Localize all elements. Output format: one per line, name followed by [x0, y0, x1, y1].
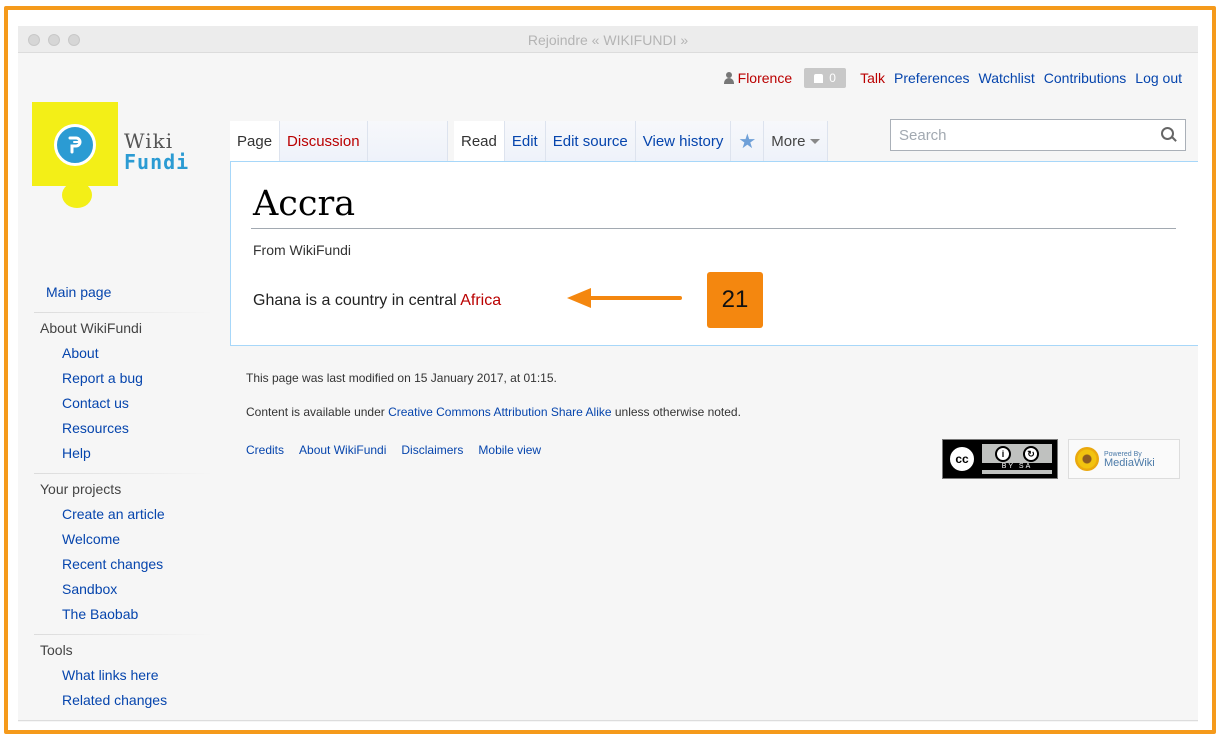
portal-divider [34, 634, 214, 635]
tab-edit[interactable]: Edit [504, 121, 546, 161]
sidebar-item-contact-us[interactable]: Contact us [62, 394, 143, 412]
license-suffix: unless otherwise noted. [611, 405, 741, 419]
view-tabs: Read Edit Edit source View history ★ Mor… [454, 121, 829, 161]
footer-link-disclaimers[interactable]: Disclaimers [401, 443, 463, 457]
footer-link-about[interactable]: About WikiFundi [299, 443, 386, 457]
tab-read[interactable]: Read [454, 121, 505, 161]
title-bar: Rejoindre « WIKIFUNDI » [18, 26, 1198, 53]
sidebar-item-welcome[interactable]: Welcome [62, 530, 165, 548]
tab-page[interactable]: Page [230, 121, 281, 161]
logo-fundi: Fundi [124, 150, 190, 174]
arrow-left-icon [567, 288, 682, 308]
logout-link[interactable]: Log out [1135, 70, 1182, 86]
cc-icon: cc [948, 445, 976, 473]
sidebar-item-recent-changes[interactable]: Recent changes [62, 555, 165, 573]
portal-your-projects: Your projects Create an article Welcome … [34, 473, 214, 633]
portal-heading: About WikiFundi [40, 320, 142, 336]
site-logo[interactable]: Wiki Fundi [32, 102, 202, 222]
sidebar-item-create-article[interactable]: Create an article [62, 505, 165, 523]
tab-spacer [367, 121, 448, 161]
mediawiki-flower-icon [1075, 447, 1099, 471]
more-menu[interactable]: More [764, 121, 829, 161]
caret-down-icon [810, 138, 821, 144]
license-prefix: Content is available under [246, 405, 389, 419]
portal-list: Create an article Welcome Recent changes… [62, 505, 165, 630]
sidebar-item-report-bug[interactable]: Report a bug [62, 369, 143, 387]
notifications-count: 0 [829, 71, 836, 85]
watch-star-button[interactable]: ★ [731, 121, 765, 161]
window-title: Rejoindre « WIKIFUNDI » [527, 32, 689, 48]
star-icon: ★ [738, 130, 757, 153]
cc-terms: i ↻ BY SA [982, 444, 1052, 474]
namespace-tabs: Page Discussion [230, 121, 448, 161]
africa-link[interactable]: Africa [460, 292, 501, 309]
puzzle-nub [62, 182, 92, 208]
footer-link-mobile-view[interactable]: Mobile view [478, 443, 541, 457]
username-link[interactable]: Florence [738, 70, 792, 86]
site-subtitle: From WikiFundi [253, 242, 352, 258]
tab-discussion[interactable]: Discussion [280, 121, 368, 161]
last-modified: This page was last modified on 15 Januar… [246, 371, 557, 385]
logo-text: Wiki Fundi [124, 131, 189, 173]
footer-links: Credits About WikiFundi Disclaimers Mobi… [246, 443, 541, 457]
annotation-number-badge: 21 [707, 272, 763, 328]
mediawiki-label: MediaWiki [1104, 457, 1155, 469]
portal-heading: Your projects [40, 481, 122, 497]
contributions-link[interactable]: Contributions [1044, 70, 1127, 86]
sidebar-item-baobab[interactable]: The Baobab [62, 605, 165, 623]
article-text: Ghana is a country in central [253, 292, 461, 309]
page-title: Accra [253, 184, 356, 224]
talk-link[interactable]: Talk [860, 70, 885, 86]
personal-tools: Florence 0 Talk Preferences Watchlist Co… [723, 68, 1182, 88]
sidebar-item-main-page[interactable]: Main page [46, 284, 111, 300]
sidebar-item-related-changes[interactable]: Related changes [62, 691, 167, 709]
preferences-link[interactable]: Preferences [894, 70, 969, 86]
portal-tools: Tools What links here Related changes [34, 634, 214, 722]
sidebar-item-resources[interactable]: Resources [62, 419, 143, 437]
share-alike-icon: ↻ [1023, 446, 1039, 462]
attribution-icon: i [995, 446, 1011, 462]
search-box [890, 119, 1186, 151]
logo-wiki: Wiki [124, 129, 174, 153]
logo-glyph-icon [68, 136, 82, 154]
cc-sa-label: SA [1018, 463, 1033, 470]
portal-list: What links here Related changes [62, 666, 167, 716]
logo-circle-icon [54, 124, 96, 166]
portal-list: About Report a bug Contact us Resources … [62, 344, 143, 469]
article-content: Accra From WikiFundi Ghana is a country … [230, 161, 1198, 346]
sidebar-item-about[interactable]: About [62, 344, 143, 362]
license-notice: Content is available under Creative Comm… [246, 405, 741, 419]
sidebar-item-what-links-here[interactable]: What links here [62, 666, 167, 684]
portal-heading: Tools [40, 642, 73, 658]
powered-by-mediawiki-badge[interactable]: Powered By MediaWiki [1068, 439, 1180, 479]
browser-window: Rejoindre « WIKIFUNDI » Florence 0 Talk … [18, 26, 1198, 722]
license-link[interactable]: Creative Commons Attribution Share Alike [388, 405, 611, 419]
sidebar-item-help[interactable]: Help [62, 444, 143, 462]
cc-by-label: BY [1001, 463, 1015, 470]
footer-link-credits[interactable]: Credits [246, 443, 284, 457]
sidebar-item-sandbox[interactable]: Sandbox [62, 580, 165, 598]
title-divider [251, 228, 1176, 229]
portal-divider [34, 473, 214, 474]
search-input[interactable] [899, 126, 1161, 144]
cc-terms-label: BY SA [982, 463, 1052, 470]
tab-edit-source[interactable]: Edit source [545, 121, 636, 161]
user-icon [723, 72, 734, 84]
portal-divider [34, 312, 214, 313]
cc-term-icons: i ↻ [995, 446, 1039, 462]
bottom-divider [18, 720, 1198, 721]
cc-by-sa-badge[interactable]: cc i ↻ BY SA [942, 439, 1058, 479]
article-body: Ghana is a country in central Africa [253, 292, 501, 310]
search-icon[interactable] [1161, 127, 1177, 143]
portal-about: About WikiFundi About Report a bug Conta… [34, 312, 214, 472]
tab-view-history[interactable]: View history [635, 121, 732, 161]
more-label: More [771, 132, 806, 150]
mediawiki-text: Powered By MediaWiki [1104, 450, 1155, 469]
notifications-badge[interactable]: 0 [804, 68, 847, 88]
watchlist-link[interactable]: Watchlist [979, 70, 1035, 86]
bell-icon [814, 73, 824, 83]
